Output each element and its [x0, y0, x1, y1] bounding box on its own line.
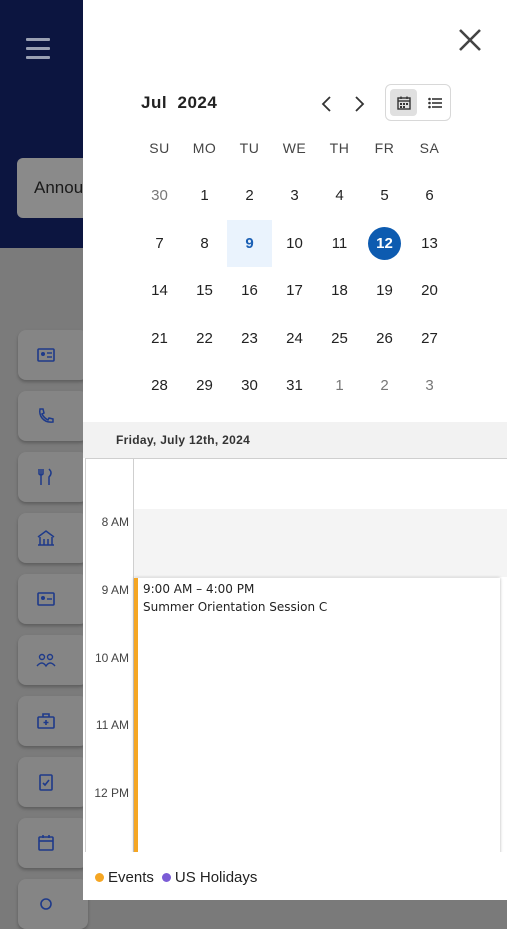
day-cell[interactable]: 18: [317, 267, 362, 315]
today-cell[interactable]: 9: [227, 219, 272, 267]
day-cell[interactable]: 1: [317, 362, 362, 410]
building-icon[interactable]: [18, 513, 88, 563]
time-column: 8 AM 9 AM 10 AM 11 AM 12 PM: [86, 459, 134, 852]
day-cell[interactable]: 17: [272, 267, 317, 315]
day-cell[interactable]: 27: [407, 315, 452, 363]
legend-label: US Holidays: [174, 868, 258, 886]
day-cell[interactable]: 3: [272, 172, 317, 220]
calendar-view-button[interactable]: [390, 89, 417, 116]
previous-month-icon[interactable]: [319, 94, 335, 114]
clipboard-check-icon[interactable]: [18, 757, 88, 807]
day-cell[interactable]: 15: [182, 267, 227, 315]
day-cell[interactable]: 22: [182, 315, 227, 363]
legend-item-us-holidays[interactable]: US Holidays: [161, 868, 258, 886]
selected-date-header: Friday, July 12th, 2024: [83, 422, 507, 458]
time-label: 11 AM: [95, 718, 129, 732]
month-grid: 30 1 2 3 4 5 6 7 8 9 10 11 12 13 14 15 1…: [137, 172, 452, 410]
list-view-icon: [427, 97, 442, 108]
us-holidays-dot-icon: [161, 872, 171, 882]
day-timeline[interactable]: 8 AM 9 AM 10 AM 11 AM 12 PM 9:00 AM – 4:…: [85, 458, 507, 852]
day-cell[interactable]: 10: [272, 220, 317, 268]
year-label: 2024: [177, 93, 218, 112]
day-cell[interactable]: 14: [137, 267, 182, 315]
contact-card-icon[interactable]: [18, 574, 88, 624]
day-cell[interactable]: 26: [362, 315, 407, 363]
time-label: 9 AM: [101, 583, 129, 597]
phone-icon[interactable]: [18, 391, 88, 441]
week-row: 14 15 16 17 18 19 20: [137, 267, 452, 315]
people-icon[interactable]: [18, 635, 88, 685]
selected-day-label: 12: [368, 226, 401, 260]
day-cell[interactable]: 29: [182, 362, 227, 410]
calendar-panel: Jul 2024 SU MO TU WE TH FR SA 30 1 2 3 4…: [83, 0, 507, 900]
day-cell[interactable]: 13: [407, 220, 452, 268]
more-icon[interactable]: [18, 879, 88, 929]
event-block[interactable]: 9:00 AM – 4:00 PM Summer Orientation Ses…: [134, 578, 500, 852]
weekday-label: TU: [239, 140, 260, 156]
weekday-label: WE: [282, 140, 307, 156]
utensils-icon[interactable]: [18, 452, 88, 502]
day-cell[interactable]: 24: [272, 315, 317, 363]
day-cell[interactable]: 5: [362, 172, 407, 220]
next-month-icon[interactable]: [351, 94, 367, 114]
time-label: 8 AM: [101, 515, 129, 529]
day-cell[interactable]: 2: [227, 172, 272, 220]
weekday-label: FR: [374, 140, 395, 156]
id-card-icon[interactable]: [18, 330, 88, 380]
event-time: 9:00 AM – 4:00 PM: [143, 582, 255, 596]
weekday-label: SA: [419, 140, 440, 156]
menu-icon[interactable]: [26, 38, 50, 60]
medical-kit-icon[interactable]: [18, 696, 88, 746]
week-row: 7 8 9 10 11 12 13: [137, 219, 452, 268]
calendar-view-icon: [396, 96, 411, 110]
hour-slot: [134, 509, 507, 577]
weekday-label: TH: [329, 140, 350, 156]
week-row: 21 22 23 24 25 26 27: [137, 315, 452, 363]
day-cell[interactable]: 1: [182, 172, 227, 220]
legend-label: Events: [108, 868, 154, 886]
day-cell[interactable]: 30: [227, 362, 272, 410]
day-cell[interactable]: 23: [227, 315, 272, 363]
day-cell[interactable]: 31: [272, 362, 317, 410]
event-title: Summer Orientation Session C: [143, 600, 328, 614]
week-row: 30 1 2 3 4 5 6: [137, 172, 452, 220]
events-dot-icon: [95, 872, 104, 882]
day-cell[interactable]: 16: [227, 267, 272, 315]
day-cell[interactable]: 7: [137, 220, 182, 268]
legend: Events US Holidays: [95, 866, 265, 888]
time-label: 10 AM: [94, 651, 129, 665]
day-cell[interactable]: 20: [407, 267, 452, 315]
day-cell[interactable]: 11: [317, 220, 362, 268]
view-toggle: [385, 84, 451, 121]
close-icon[interactable]: [457, 27, 483, 53]
month-label: Jul: [141, 93, 168, 112]
day-cell[interactable]: 21: [137, 315, 182, 363]
day-cell[interactable]: 30: [137, 172, 182, 220]
calendar-icon[interactable]: [18, 818, 88, 868]
day-cell[interactable]: 2: [362, 362, 407, 410]
weekday-label: SU: [149, 140, 170, 156]
weekday-label: MO: [192, 140, 217, 156]
selected-day-cell[interactable]: 12: [362, 220, 407, 268]
time-label: 12 PM: [94, 786, 129, 800]
day-cell[interactable]: 8: [182, 220, 227, 268]
day-cell[interactable]: 28: [137, 362, 182, 410]
legend-item-events[interactable]: Events: [95, 869, 154, 886]
weekday-header: SU MO TU WE TH FR SA: [137, 140, 452, 160]
week-row: 28 29 30 31 1 2 3: [137, 362, 452, 410]
day-cell[interactable]: 4: [317, 172, 362, 220]
list-view-button[interactable]: [421, 89, 448, 116]
day-cell[interactable]: 3: [407, 362, 452, 410]
day-cell[interactable]: 19: [362, 267, 407, 315]
selected-date-label: Friday, July 12th, 2024: [116, 433, 251, 447]
month-title: Jul 2024: [141, 93, 217, 113]
day-cell[interactable]: 6: [407, 172, 452, 220]
day-cell[interactable]: 25: [317, 315, 362, 363]
